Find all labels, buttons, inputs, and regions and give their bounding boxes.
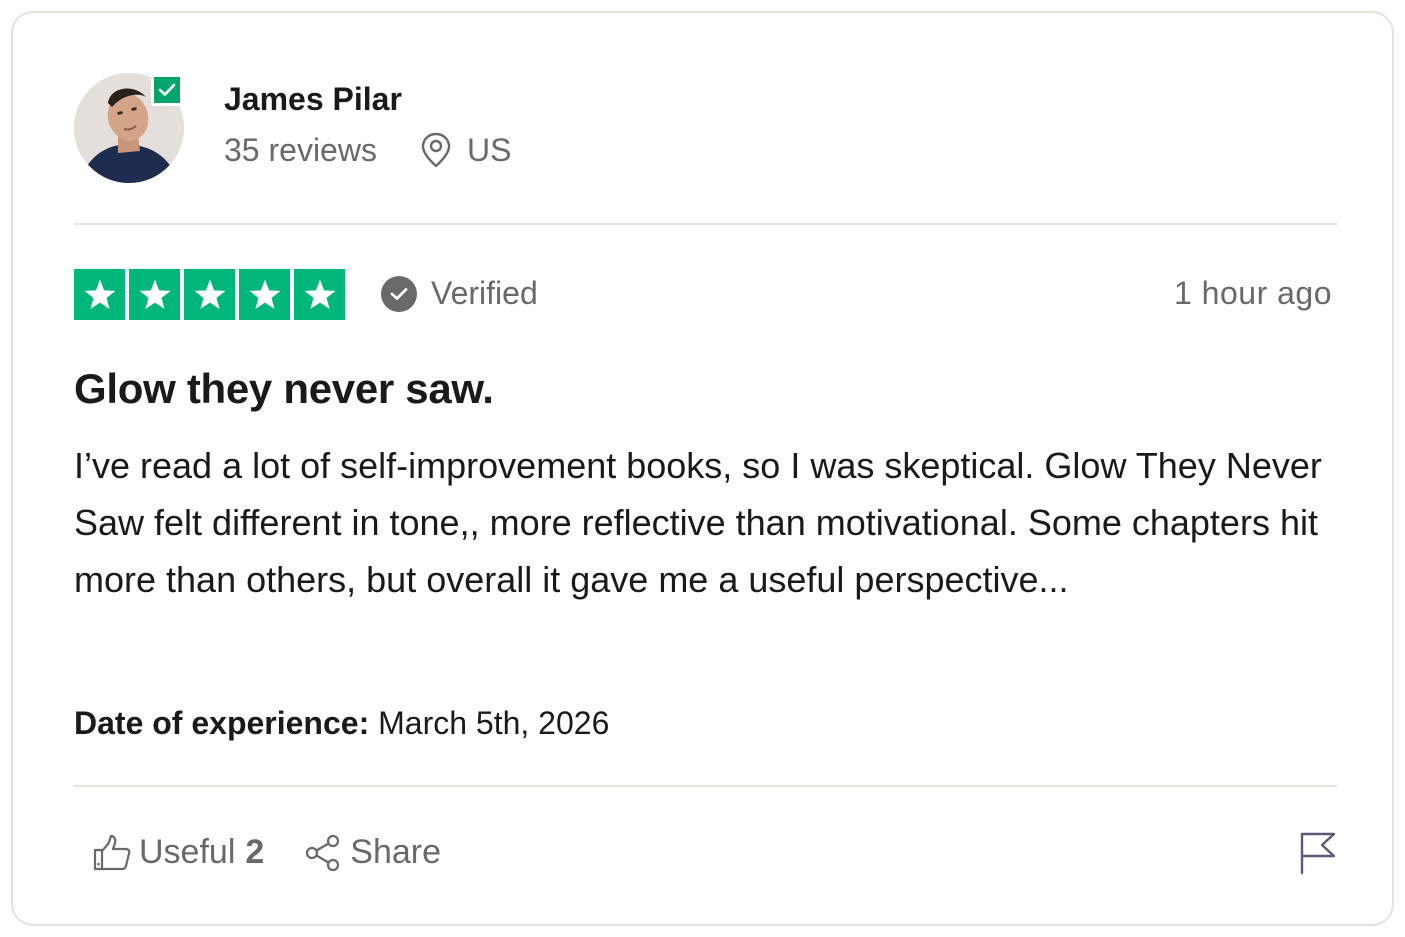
reviews-count: 35 reviews (224, 131, 377, 168)
date-of-experience-label: Date of experience: (74, 705, 370, 741)
location-pin-icon (419, 131, 453, 169)
useful-count: 2 (245, 833, 265, 871)
thumbs-up-icon (93, 834, 131, 872)
footer-divider (74, 785, 1337, 787)
verified-text: Verified (431, 275, 538, 311)
verified-label[interactable]: Verified (381, 275, 538, 312)
review-card: James Pilar 35 reviews US Verified 1 hou… (11, 11, 1394, 926)
header-divider (74, 223, 1337, 225)
star-icon (74, 269, 125, 320)
flag-icon[interactable] (1298, 831, 1338, 875)
star-icon (129, 269, 180, 320)
review-time: 1 hour ago (1173, 275, 1332, 311)
star-icon (294, 269, 345, 320)
review-title[interactable]: Glow they never saw. (74, 365, 494, 413)
share-icon (304, 834, 342, 872)
share-button[interactable]: Share (304, 833, 441, 872)
share-label: Share (350, 833, 442, 871)
check-icon (158, 83, 176, 96)
review-actions: Useful 2 Share (93, 833, 481, 872)
review-body: I’ve read a lot of self-improvement book… (74, 445, 1322, 600)
reviewer-avatar-wrapper[interactable] (74, 73, 186, 185)
check-circle-icon (381, 275, 417, 312)
reviewer-name[interactable]: James Pilar (224, 81, 402, 118)
star-icon (239, 269, 290, 320)
reviewer-meta: 35 reviews US (224, 131, 511, 169)
star-rating (74, 269, 345, 320)
useful-button[interactable]: Useful 2 (93, 833, 264, 872)
useful-label: Useful (139, 833, 236, 871)
verified-user-badge (151, 74, 183, 106)
date-of-experience-value: March 5th, 2026 (378, 705, 610, 741)
star-icon (184, 269, 235, 320)
date-of-experience: Date of experience: March 5th, 2026 (74, 705, 609, 742)
reviewer-country: US (466, 131, 512, 168)
